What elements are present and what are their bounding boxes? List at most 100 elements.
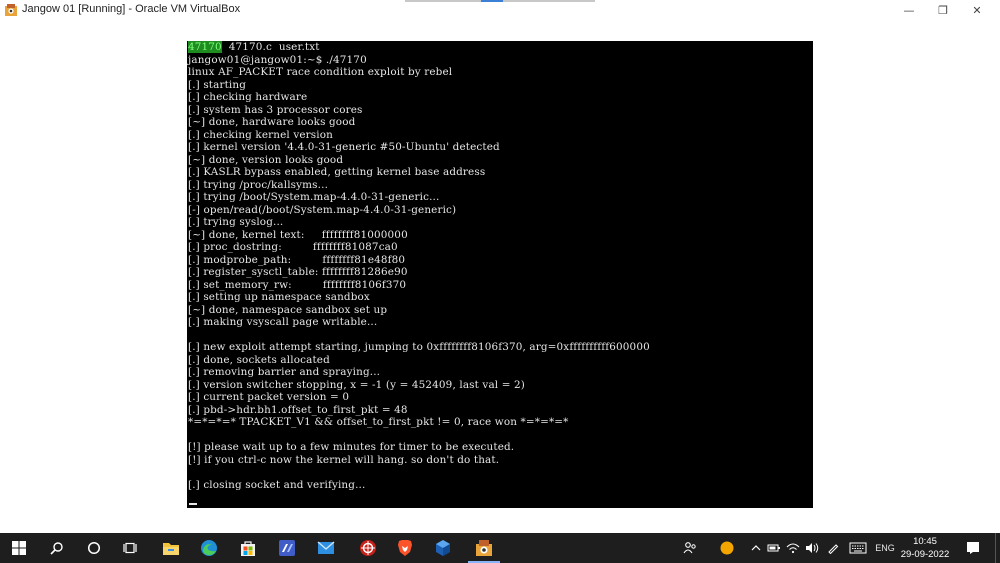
terminal-line: [.] trying /boot/System.map-4.4.0-31-gen… [188, 191, 810, 204]
close-button[interactable]: ✕ [960, 0, 994, 20]
windows-taskbar: ENG 10:45 29-09-2022 [0, 533, 1000, 563]
terminal-line: [.] starting [188, 79, 810, 92]
terminal-text: [.] kernel version '4.4.0-31-generic #50… [188, 141, 500, 153]
show-desktop-button[interactable] [995, 533, 1000, 563]
notifications-icon[interactable] [962, 533, 984, 563]
terminal-text: linux AF_PACKET race condition exploit b… [188, 66, 453, 78]
terminal-line: [!] if you ctrl-c now the kernel will ha… [188, 454, 810, 467]
terminal-text: [.] new exploit attempt starting, jumpin… [188, 341, 650, 353]
terminal-line: [.] modprobe_path: ffffffff81e48f80 [188, 254, 810, 267]
terminal-text: jangow01@jangow01:~$ ./47170 [188, 53, 367, 66]
minimize-button[interactable]: — [892, 0, 926, 20]
terminal-line: [.] set_memory_rw: ffffffff8106f370 [188, 279, 810, 292]
terminal-text: [~] done, namespace sandbox set up [188, 303, 388, 316]
edge-browser-icon[interactable] [197, 536, 221, 560]
terminal-text: *=*=*=* TPACKET_V1 && offset_to_first_pk… [188, 416, 569, 428]
start-windows-icon[interactable] [7, 536, 31, 560]
terminal-line: [-] open/read(/boot/System.map-4.4.0-31-… [188, 204, 810, 217]
people-icon[interactable] [681, 533, 699, 563]
terminal-text: [.] starting [188, 78, 247, 91]
terminal-line: [.] removing barrier and spraying... [188, 366, 810, 379]
antivirus-icon[interactable] [356, 536, 380, 560]
vm-guest-screen[interactable]: 47170 47170.c user.txt jangow01@jangow01:… [187, 41, 813, 508]
terminal-line: [.] proc_dostring: ffffffff81087ca0 [188, 241, 810, 254]
search-icon[interactable] [45, 536, 69, 560]
pen-workspace-icon[interactable] [825, 533, 841, 563]
terminal-line: [.] trying syslog... [188, 216, 810, 229]
terminal-line: [.] new exploit attempt starting, jumpin… [188, 341, 810, 354]
weather-icon[interactable] [717, 533, 737, 563]
terminal-line: [.] version switcher stopping, x = -1 (y… [188, 379, 810, 392]
terminal-line: 47170 47170.c user.txt [188, 41, 810, 54]
mail-icon[interactable] [314, 536, 338, 560]
terminal-text: [.] removing barrier and spraying... [188, 366, 381, 378]
terminal-text: [.] making vsyscall page writable... [188, 316, 378, 328]
terminal-line: [~] done, version looks good [188, 154, 810, 167]
terminal-line: [.] kernel version '4.4.0-31-generic #50… [188, 141, 810, 154]
cortana-icon[interactable] [82, 536, 106, 560]
brave-browser-icon[interactable] [393, 536, 417, 560]
terminal-text: [.] setting up namespace sandbox [188, 291, 370, 303]
terminal-line: [.] KASLR bypass enabled, getting kernel… [188, 166, 810, 179]
terminal-text: [.] checking kernel version [188, 128, 333, 141]
terminal-line: [.] current packet version = 0 [188, 391, 810, 404]
terminal-text: [.] proc_dostring: ffffffff81087ca0 [188, 241, 398, 253]
terminal-line: [.] closing socket and verifying... [188, 479, 810, 492]
terminal-cursor [189, 503, 197, 505]
terminal-text: [!] please wait up to a few minutes for … [188, 441, 515, 453]
terminal-line: *=*=*=* TPACKET_V1 && offset_to_first_pk… [188, 416, 810, 429]
battery-icon[interactable] [766, 533, 782, 563]
clock-date: 29-09-2022 [900, 549, 950, 560]
terminal-line: [~] done, namespace sandbox set up [188, 304, 810, 317]
window-title-bar[interactable]: Jangow 01 [Running] - Oracle VM VirtualB… [0, 0, 1000, 20]
terminal-line: [.] checking kernel version [188, 129, 810, 142]
terminal-text: 47170.c user.txt [221, 41, 320, 53]
terminal-text: [.] trying /proc/kallsyms... [188, 178, 329, 191]
terminal-text: [.] closing socket and verifying... [188, 478, 366, 491]
terminal-text: [.] set_memory_rw: ffffffff8106f370 [188, 278, 407, 291]
terminal-line: [~] done, kernel text: ffffffff81000000 [188, 229, 810, 242]
terminal-line: [.] system has 3 processor cores [188, 104, 810, 117]
terminal-text: [!] if you ctrl-c now the kernel will ha… [188, 453, 500, 466]
virtualbox-vm-icon[interactable] [472, 536, 496, 560]
virtualbox-icon[interactable] [431, 536, 455, 560]
terminal-text: [.] modprobe_path: ffffffff81e48f80 [188, 253, 406, 266]
system-clock[interactable]: 10:45 29-09-2022 [896, 535, 954, 561]
terminal-line: [~] done, hardware looks good [188, 116, 810, 129]
terminal-line: [.] setting up namespace sandbox [188, 291, 810, 304]
terminal-line: linux AF_PACKET race condition exploit b… [188, 66, 810, 79]
terminal-text: [.] version switcher stopping, x = -1 (y… [188, 378, 525, 391]
terminal-line: jangow01@jangow01:~$ ./47170 [188, 54, 810, 67]
virtualbox-app-icon [5, 4, 17, 16]
terminal-text: [.] trying syslog... [188, 216, 284, 228]
terminal-text: [~] done, kernel text: ffffffff81000000 [188, 228, 408, 241]
chevron-up-icon[interactable] [748, 533, 764, 563]
terminal-line: [!] please wait up to a few minutes for … [188, 441, 810, 454]
file-explorer-icon[interactable] [159, 536, 183, 560]
terminal-line: [.] trying /proc/kallsyms... [188, 179, 810, 192]
volume-icon[interactable] [804, 533, 820, 563]
terminal-highlighted-entry: 47170 [188, 41, 222, 53]
terminal-line: [.] done, sockets allocated [188, 354, 810, 367]
touch-keyboard-icon[interactable] [847, 533, 869, 563]
terminal-line: [.] making vsyscall page writable... [188, 316, 810, 329]
terminal-text: [.] system has 3 processor cores [188, 103, 363, 116]
terminal-text: [.] KASLR bypass enabled, getting kernel… [188, 166, 486, 178]
terminal-text: [-] open/read(/boot/System.map-4.4.0-31-… [188, 203, 457, 216]
input-language-indicator[interactable]: ENG [873, 533, 897, 563]
vmware-icon[interactable] [275, 536, 299, 560]
terminal-text: [.] register_sysctl_table: ffffffff81286… [188, 266, 408, 278]
task-view-icon[interactable] [118, 536, 142, 560]
wifi-icon[interactable] [785, 533, 801, 563]
terminal-text: [.] trying /boot/System.map-4.4.0-31-gen… [188, 191, 440, 203]
window-title: Jangow 01 [Running] - Oracle VM VirtualB… [22, 3, 241, 15]
clock-time: 10:45 [913, 536, 937, 547]
terminal-line: [.] pbd->hdr.bh1.offset_to_first_pkt = 4… [188, 404, 810, 417]
microsoft-store-icon[interactable] [236, 536, 260, 560]
terminal-line: [.] checking hardware [188, 91, 810, 104]
terminal-text: [~] done, version looks good [188, 153, 344, 166]
maximize-button[interactable]: ❐ [926, 0, 960, 20]
vm-mini-toolbar-handle[interactable] [481, 0, 503, 2]
